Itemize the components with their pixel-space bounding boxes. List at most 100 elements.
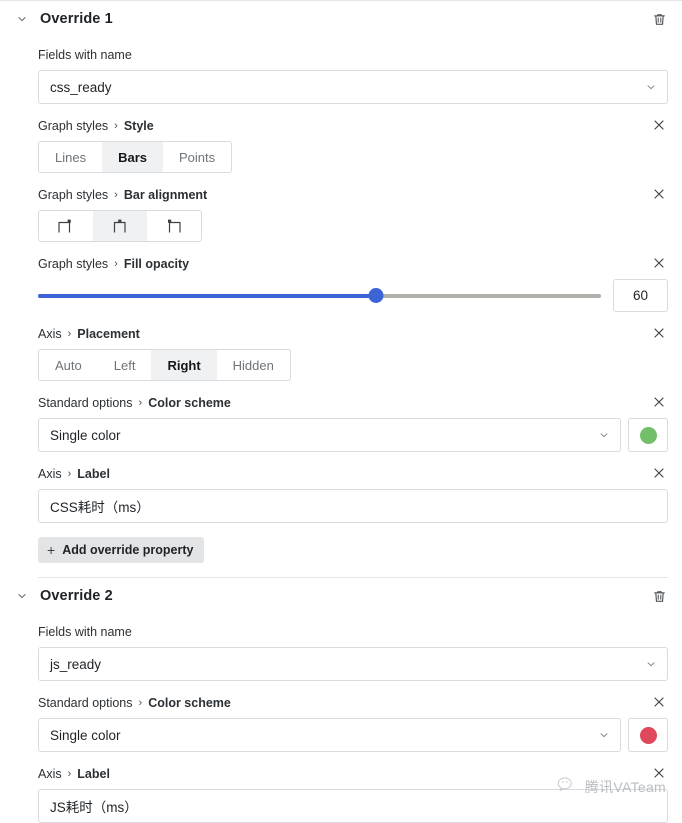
crumb-leaf: Color scheme xyxy=(148,696,231,710)
crumb-root: Axis xyxy=(38,767,62,781)
override-1-header: Override 1 xyxy=(0,1,682,37)
chevron-down-icon xyxy=(645,658,657,670)
seg-option-lines[interactable]: Lines xyxy=(39,142,102,172)
bar-align-after-icon xyxy=(163,217,185,235)
seg-option-left[interactable]: Left xyxy=(98,350,152,380)
bar-align-before-icon xyxy=(55,217,77,235)
property-graph-styles-bar-alignment: Graph styles › Bar alignment xyxy=(38,173,668,242)
color-swatch-button-green[interactable] xyxy=(628,418,668,452)
property-label: Graph styles › Style xyxy=(38,118,668,134)
seg-option-bar-align-center[interactable] xyxy=(93,211,147,241)
property-axis-placement: Axis › Placement Auto Left Right Hidden xyxy=(38,312,668,381)
crumb-leaf: Style xyxy=(123,119,154,133)
bar-align-center-icon xyxy=(109,217,131,235)
field-matcher-1: Fields with name css_ready xyxy=(38,37,668,104)
close-icon[interactable] xyxy=(650,116,668,134)
seg-option-points[interactable]: Points xyxy=(163,142,231,172)
fields-with-name-value: js_ready xyxy=(50,656,102,672)
color-scheme-value: Single color xyxy=(50,427,121,443)
crumb-leaf: Label xyxy=(77,767,110,781)
crumb-root: Standard options xyxy=(38,696,133,710)
fields-with-name-value: css_ready xyxy=(50,79,112,95)
chevron-down-icon xyxy=(598,729,610,741)
close-icon[interactable] xyxy=(650,185,668,203)
override-2-header: Override 2 xyxy=(0,578,682,614)
close-icon[interactable] xyxy=(650,324,668,342)
override-2-title: Override 2 xyxy=(40,588,113,604)
crumb-root: Standard options xyxy=(38,396,133,410)
add-override-property-button[interactable]: + Add override property xyxy=(38,537,205,563)
color-scheme-row: Single color xyxy=(38,418,668,452)
red-circle-icon xyxy=(639,726,657,744)
property-axis-label: Axis › Label xyxy=(38,452,668,523)
property-label: Graph styles › Fill opacity xyxy=(38,256,668,272)
crumb-separator-icon: › xyxy=(138,397,143,409)
color-scheme-select[interactable]: Single color xyxy=(38,718,621,752)
crumb-leaf: Color scheme xyxy=(148,396,231,410)
property-axis-label: Axis › Label xyxy=(38,752,668,823)
property-standard-options-color-scheme: Standard options › Color scheme Single c… xyxy=(38,381,668,452)
style-segmented-control[interactable]: Lines Bars Points xyxy=(38,141,233,173)
crumb-leaf: Fill opacity xyxy=(123,257,190,271)
seg-option-bars[interactable]: Bars xyxy=(102,142,163,172)
override-group-2: Override 2 Fields with name js_ready Sta… xyxy=(0,578,682,823)
override-1-body: Fields with name css_ready Graph styles … xyxy=(0,37,682,578)
seg-option-right[interactable]: Right xyxy=(151,350,217,380)
property-label: Axis › Label xyxy=(38,766,668,782)
placement-segmented-control[interactable]: Auto Left Right Hidden xyxy=(38,349,291,381)
crumb-root: Graph styles xyxy=(38,257,109,271)
add-override-property-label: Add override property xyxy=(62,543,194,557)
add-override-property-wrap: + Add override property xyxy=(38,523,668,563)
slider-fill xyxy=(38,293,376,298)
chevron-down-icon[interactable] xyxy=(14,11,30,27)
crumb-leaf: Placement xyxy=(77,327,140,341)
green-circle-icon xyxy=(639,426,657,444)
crumb-leaf: Bar alignment xyxy=(123,188,208,202)
plus-icon: + xyxy=(47,542,56,558)
crumb-root: Axis xyxy=(38,467,62,481)
crumb-root: Graph styles xyxy=(38,188,109,202)
property-label: Axis › Label xyxy=(38,466,668,482)
fill-opacity-row: 60 xyxy=(38,279,668,312)
chevron-down-icon[interactable] xyxy=(14,588,30,604)
close-icon[interactable] xyxy=(650,693,668,711)
property-graph-styles-fill-opacity: Graph styles › Fill opacity 60 xyxy=(38,242,668,312)
trash-icon[interactable] xyxy=(650,587,668,605)
crumb-separator-icon: › xyxy=(67,468,72,480)
fill-opacity-slider[interactable] xyxy=(38,280,601,312)
close-icon[interactable] xyxy=(650,764,668,782)
slider-thumb[interactable] xyxy=(368,288,384,303)
axis-label-input[interactable] xyxy=(38,789,668,823)
fill-opacity-value[interactable]: 60 xyxy=(613,279,668,312)
fields-with-name-label: Fields with name xyxy=(38,625,132,639)
close-icon[interactable] xyxy=(650,393,668,411)
property-label: Graph styles › Bar alignment xyxy=(38,187,668,203)
property-label: Standard options › Color scheme xyxy=(38,695,668,711)
crumb-separator-icon: › xyxy=(114,258,118,270)
crumb-leaf: Label xyxy=(77,467,110,481)
trash-icon[interactable] xyxy=(650,10,668,28)
property-standard-options-color-scheme: Standard options › Color scheme Single c… xyxy=(38,681,668,752)
crumb-separator-icon: › xyxy=(67,328,72,340)
field-matcher-2: Fields with name js_ready xyxy=(38,614,668,681)
color-scheme-value: Single color xyxy=(50,727,121,743)
property-graph-styles-style: Graph styles › Style Lines Bars Points xyxy=(38,104,668,173)
bar-alignment-segmented-control[interactable] xyxy=(38,210,202,242)
close-icon[interactable] xyxy=(650,464,668,482)
crumb-separator-icon: › xyxy=(114,189,118,201)
property-label: Axis › Placement xyxy=(38,326,668,342)
axis-label-input[interactable] xyxy=(38,489,668,523)
seg-option-bar-align-after[interactable] xyxy=(147,211,201,241)
seg-option-bar-align-before[interactable] xyxy=(39,211,93,241)
fields-with-name-select[interactable]: css_ready xyxy=(38,70,668,104)
override-1-title: Override 1 xyxy=(40,11,113,27)
color-swatch-button-red[interactable] xyxy=(628,718,668,752)
override-group-1: Override 1 Fields with name css_ready Gr… xyxy=(0,1,682,578)
seg-option-auto[interactable]: Auto xyxy=(39,350,98,380)
fields-with-name-label: Fields with name xyxy=(38,48,132,62)
fields-with-name-select[interactable]: js_ready xyxy=(38,647,668,681)
color-scheme-select[interactable]: Single color xyxy=(38,418,621,452)
seg-option-hidden[interactable]: Hidden xyxy=(217,350,290,380)
close-icon[interactable] xyxy=(650,254,668,272)
crumb-separator-icon: › xyxy=(67,768,72,780)
